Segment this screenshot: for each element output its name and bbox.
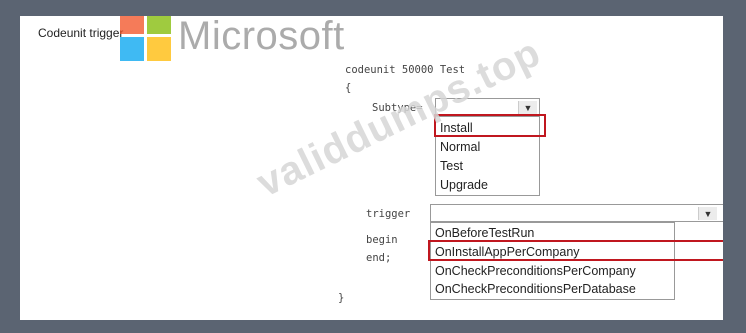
panel-title: Codeunit trigger [38, 26, 124, 40]
trigger-option-oncheckpreconditionspercompany[interactable]: OnCheckPreconditionsPerCompany [435, 264, 636, 278]
trigger-options-list: OnBeforeTestRun OnInstallAppPerCompany O… [430, 222, 675, 300]
microsoft-watermark-text: Microsoft [178, 16, 345, 58]
code-line-close-brace: } [338, 292, 345, 304]
code-line-open-brace: { [345, 82, 352, 94]
subtype-option-test[interactable]: Test [440, 159, 463, 173]
code-trigger-label: trigger [366, 208, 411, 220]
trigger-option-onbeforetestrun[interactable]: OnBeforeTestRun [435, 226, 534, 240]
screenshot-frame: Codeunit trigger Microsoft codeunit 5000… [0, 0, 746, 333]
oninstallapppercompany-highlight-box [428, 240, 723, 261]
codeunit-trigger-panel: Codeunit trigger Microsoft codeunit 5000… [20, 16, 723, 320]
code-begin: begin [366, 234, 398, 246]
microsoft-logo-icon [120, 16, 172, 62]
chevron-down-icon[interactable]: ▼ [698, 207, 717, 220]
chevron-down-icon[interactable]: ▼ [518, 101, 537, 114]
trigger-dropdown[interactable]: ▼ [430, 204, 723, 222]
code-end: end; [366, 252, 392, 264]
subtype-option-normal[interactable]: Normal [440, 140, 480, 154]
microsoft-watermark: Microsoft [120, 16, 345, 62]
subtype-option-upgrade[interactable]: Upgrade [440, 178, 488, 192]
trigger-option-oncheckpreconditionsperdatabase[interactable]: OnCheckPreconditionsPerDatabase [435, 282, 636, 296]
